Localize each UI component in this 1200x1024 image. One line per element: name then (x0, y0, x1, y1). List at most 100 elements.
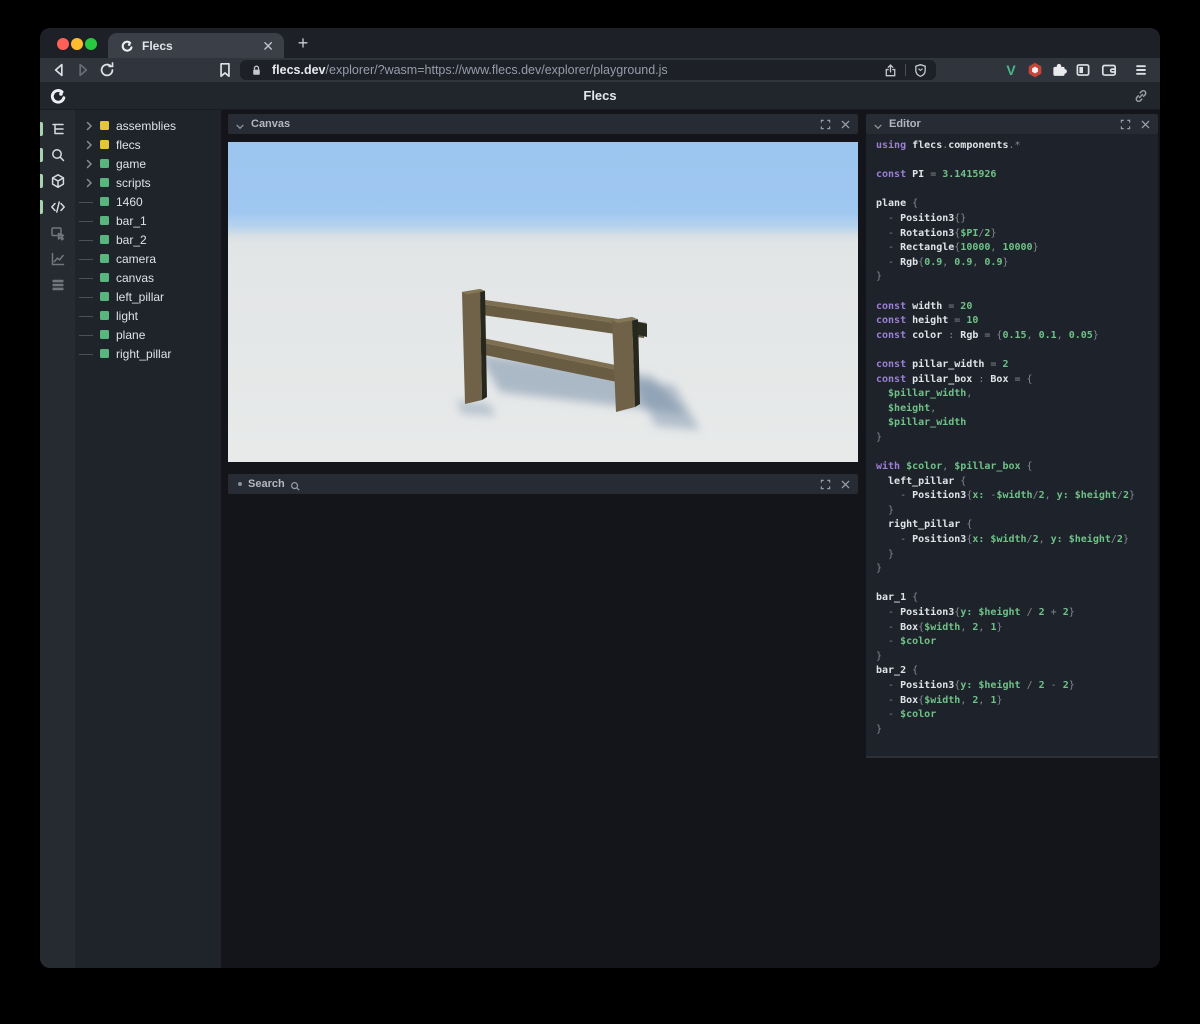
reload-button[interactable] (98, 61, 116, 79)
fullscreen-icon[interactable] (1120, 119, 1131, 130)
page-title: Flecs (583, 88, 617, 103)
tree-branch-line (79, 271, 100, 285)
tree-item-left_pillar[interactable]: left_pillar (75, 287, 221, 306)
tree-item-game[interactable]: game (75, 154, 221, 173)
code-line: - Rotation3{$PI/2} (876, 227, 997, 239)
code-line: bar_2 { (876, 665, 919, 677)
new-tab-button[interactable]: + (292, 32, 314, 54)
tree-item-label: bar_2 (116, 232, 147, 247)
tab-close-icon[interactable]: ✕ (260, 39, 276, 53)
code-line: - Box{$width, 2, 1} (876, 621, 1003, 633)
url-bar[interactable]: flecs.dev/explorer/?wasm=https://www.fle… (240, 60, 936, 80)
code-line: - Position3{x: $width/2, y: $height/2} (876, 534, 1129, 546)
sidebar-code-icon[interactable] (40, 194, 75, 220)
search-panel-header: Search (228, 474, 858, 494)
entity-square-icon (100, 121, 109, 130)
entity-square-icon (100, 254, 109, 263)
sidebar-rows-icon[interactable] (40, 272, 75, 298)
code-line: } (876, 723, 883, 735)
code-line: $height, (876, 402, 937, 414)
code-line: $pillar_width (876, 417, 967, 429)
sidebar-box-icon[interactable] (40, 168, 75, 194)
tree-item-camera[interactable]: camera (75, 249, 221, 268)
share-icon[interactable] (883, 63, 898, 78)
url-text: flecs.dev/explorer/?wasm=https://www.fle… (272, 63, 668, 77)
extension-hexagon-icon[interactable] (1026, 61, 1044, 79)
sidebar-tree-icon[interactable] (40, 116, 75, 142)
code-line: } (876, 548, 895, 560)
wallet-icon[interactable] (1100, 61, 1118, 79)
window-zoom-button[interactable] (85, 38, 97, 50)
tree-branch-line (79, 233, 100, 247)
tree-item-canvas[interactable]: canvas (75, 268, 221, 287)
tree-branch-line (79, 214, 100, 228)
code-line: - Rgb{0.9, 0.9, 0.9} (876, 256, 1009, 268)
forward-button[interactable] (74, 61, 92, 79)
chevron-down-icon[interactable] (235, 119, 245, 130)
browser-toolbar: flecs.dev/explorer/?wasm=https://www.fle… (40, 58, 1160, 82)
tree-item-label: plane (116, 327, 146, 342)
code-line: const width = 20 (876, 300, 973, 312)
divider (905, 64, 906, 76)
chevron-right-icon[interactable] (83, 119, 100, 133)
tree-item-bar_1[interactable]: bar_1 (75, 211, 221, 230)
active-indicator (40, 122, 43, 136)
editor-panel-title: Editor (889, 118, 921, 130)
bookmark-icon[interactable] (216, 61, 234, 79)
chevron-right-icon[interactable] (83, 157, 100, 171)
extensions-puzzle-icon[interactable] (1050, 61, 1068, 79)
code-line: } (876, 563, 883, 575)
browser-tab[interactable]: Flecs ✕ (108, 33, 284, 58)
chevron-down-icon[interactable] (873, 119, 883, 130)
tree-item-right_pillar[interactable]: right_pillar (75, 344, 221, 363)
link-icon[interactable] (1133, 88, 1149, 104)
menu-icon[interactable] (1132, 61, 1150, 79)
collapsed-dot-icon[interactable] (238, 482, 242, 486)
tree-item-bar_2[interactable]: bar_2 (75, 230, 221, 249)
search-icon (290, 479, 301, 491)
chevron-right-icon[interactable] (83, 176, 100, 190)
canvas-panel-header: Canvas (228, 114, 858, 134)
sidebar-search-icon[interactable] (40, 142, 75, 168)
code-line: - Position3{y: $height / 2 - 2} (876, 679, 1075, 691)
sidebar-inspect-icon[interactable] (40, 220, 75, 246)
close-icon[interactable] (840, 479, 851, 490)
fullscreen-icon[interactable] (820, 119, 831, 130)
close-icon[interactable] (1140, 119, 1151, 130)
back-button[interactable] (50, 61, 68, 79)
tree-item-plane[interactable]: plane (75, 325, 221, 344)
tree-branch-line (79, 328, 100, 342)
window-minimize-button[interactable] (71, 38, 83, 50)
tree-branch-line (79, 309, 100, 323)
tree-item-scripts[interactable]: scripts (75, 173, 221, 192)
3d-viewport[interactable] (228, 142, 858, 462)
code-line: const height = 10 (876, 315, 979, 327)
entity-square-icon (100, 330, 109, 339)
tree-item-light[interactable]: light (75, 306, 221, 325)
tree-item-label: 1460 (116, 194, 143, 209)
close-icon[interactable] (840, 119, 851, 130)
brave-shield-icon[interactable] (913, 63, 928, 78)
code-editor[interactable]: using flecs.components.* const PI = 3.14… (866, 134, 1158, 756)
fullscreen-icon[interactable] (820, 479, 831, 490)
tab-title: Flecs (142, 38, 173, 53)
flecs-favicon-icon (120, 39, 134, 53)
code-line: - Box{$width, 2, 1} (876, 694, 1003, 706)
tree-item-flecs[interactable]: flecs (75, 135, 221, 154)
window-close-button[interactable] (57, 38, 69, 50)
active-indicator (40, 148, 43, 162)
entity-square-icon (100, 178, 109, 187)
sidebar-chart-icon[interactable] (40, 246, 75, 272)
entity-square-icon (100, 140, 109, 149)
tree-item-1460[interactable]: 1460 (75, 192, 221, 211)
desktop-background: Flecs ✕ + flecs.dev/explorer/?wasm=https… (0, 0, 1200, 1024)
chevron-right-icon[interactable] (83, 138, 100, 152)
entity-tree-panel: assemblies flecs game scripts 1460 bar_1 bar_2… (75, 110, 221, 968)
extension-v-icon[interactable]: V (1002, 61, 1020, 79)
sky-ground (228, 142, 858, 462)
tree-item-assemblies[interactable]: assemblies (75, 116, 221, 135)
panel-icon-sidebar (40, 110, 75, 968)
sidebar-toggle-icon[interactable] (1074, 61, 1092, 79)
